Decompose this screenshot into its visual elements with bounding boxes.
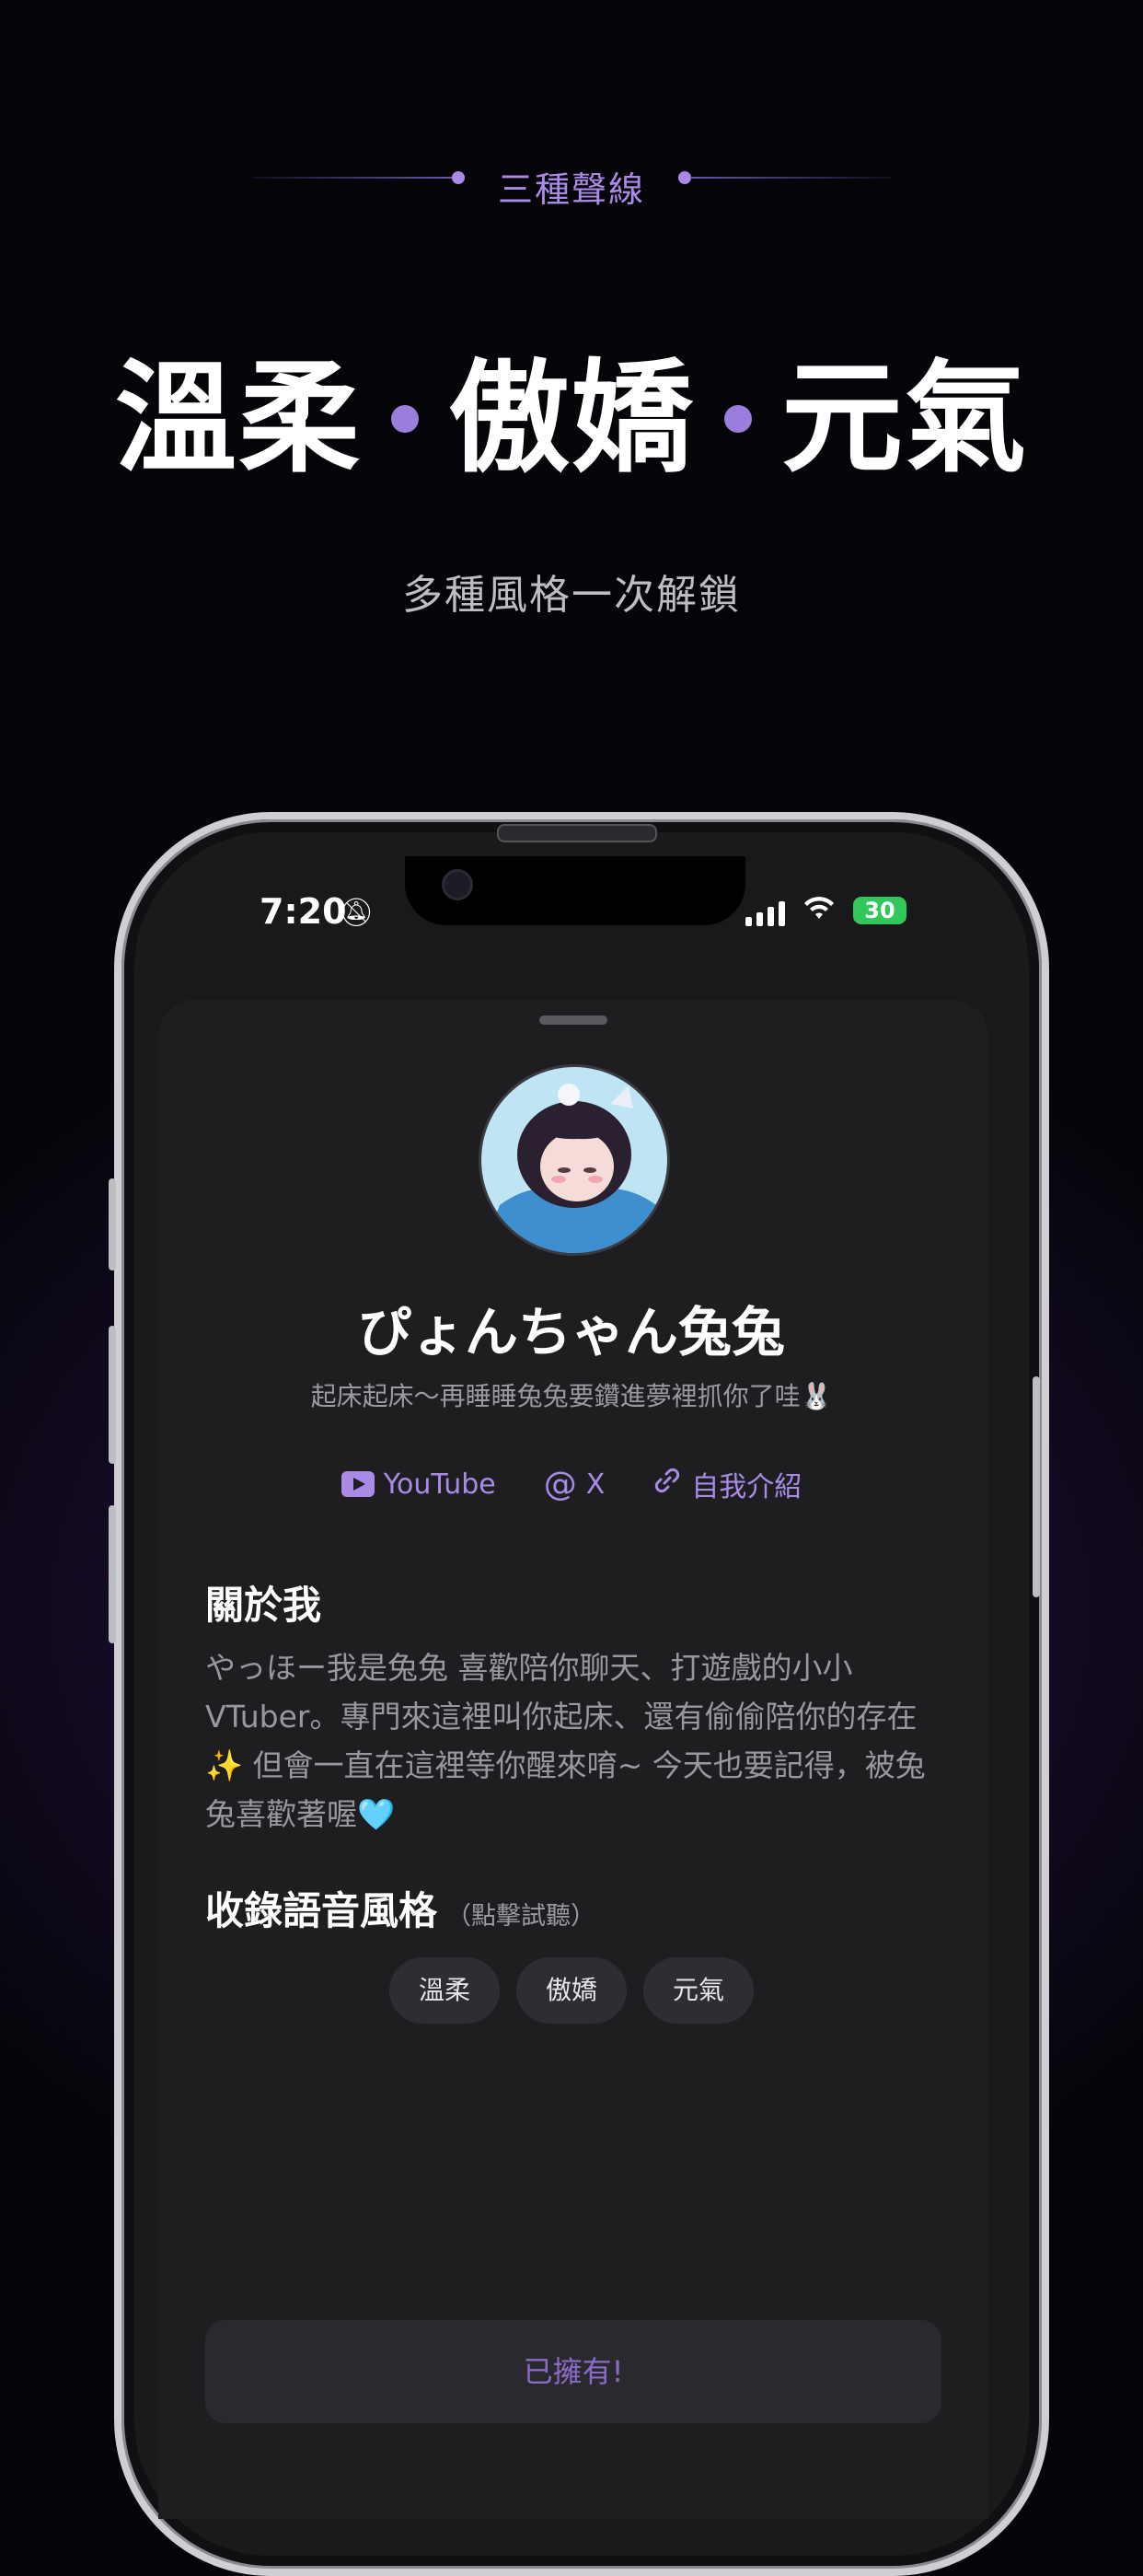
link-icon <box>652 1466 682 1503</box>
headline-word-tsundere: 傲嬌 <box>448 348 695 490</box>
profile-name: ぴょんちゃん兔兔 <box>357 1301 785 1363</box>
about-text: やっほー我是兔兔 喜歡陪你聊天、打遊戲的小小VTuber。專門來這裡叫你起床、還… <box>205 1650 926 1832</box>
eyebrow-divider: 三種聲線 <box>0 161 1143 213</box>
headline-separator-dot <box>391 405 419 433</box>
voice-styles-title: 收錄語音風格 <box>205 1888 438 1933</box>
owned-button[interactable]: 已擁有! <box>205 2320 941 2423</box>
status-time: 7:20 <box>260 891 347 932</box>
chip-tsundere[interactable]: 傲嬌 <box>516 1957 627 2024</box>
profile-tagline: 起床起床～再睡睡兔兔要鑽進夢裡抓你了哇🐰 <box>310 1381 833 1411</box>
headline-separator-dot <box>724 405 752 433</box>
bell-mute-icon: 🔕︎ <box>339 897 375 929</box>
social-links: YouTube @ X 自我介紹 <box>0 1464 1143 1504</box>
chip-gentle[interactable]: 溫柔 <box>389 1957 500 2024</box>
headline: 溫柔 傲嬌 元氣 <box>0 350 1143 488</box>
voice-styles-heading: 收錄語音風格 （點擊試聽） <box>205 1880 595 1936</box>
phone-volume-down-button <box>109 1505 116 1643</box>
divider-line-right <box>690 177 891 179</box>
sheet-drag-handle[interactable] <box>539 1015 607 1025</box>
signal-icon <box>745 900 785 926</box>
wifi-icon <box>802 893 836 930</box>
headline-word-genki: 元氣 <box>781 348 1028 490</box>
divider-dot-right <box>678 171 691 184</box>
chip-genki[interactable]: 元氣 <box>643 1957 754 2024</box>
avatar <box>479 1064 670 1256</box>
youtube-link[interactable]: YouTube <box>341 1464 496 1504</box>
battery-indicator: 30 <box>853 897 906 924</box>
intro-link-label: 自我介紹 <box>691 1471 802 1503</box>
youtube-icon <box>341 1471 375 1497</box>
phone-speaker <box>497 824 657 842</box>
dynamic-island <box>405 856 745 925</box>
about-heading: 關於我 <box>205 1583 322 1628</box>
youtube-link-label: YouTube <box>383 1468 496 1501</box>
intro-link[interactable]: 自我介紹 <box>652 1464 802 1504</box>
subtitle: 多種風格一次解鎖 <box>402 572 741 619</box>
x-link[interactable]: @ X <box>544 1464 606 1504</box>
phone-action-button <box>109 1178 116 1271</box>
eyebrow-label: 三種聲線 <box>497 169 645 210</box>
x-link-label: X <box>585 1468 606 1501</box>
headline-word-gentle: 溫柔 <box>115 348 362 490</box>
voice-style-chips: 溫柔 傲嬌 元氣 <box>0 1957 1143 2024</box>
voice-styles-note: （點擊試聽） <box>446 1902 596 1931</box>
front-camera <box>442 869 473 900</box>
at-icon: @ <box>543 1465 577 1503</box>
